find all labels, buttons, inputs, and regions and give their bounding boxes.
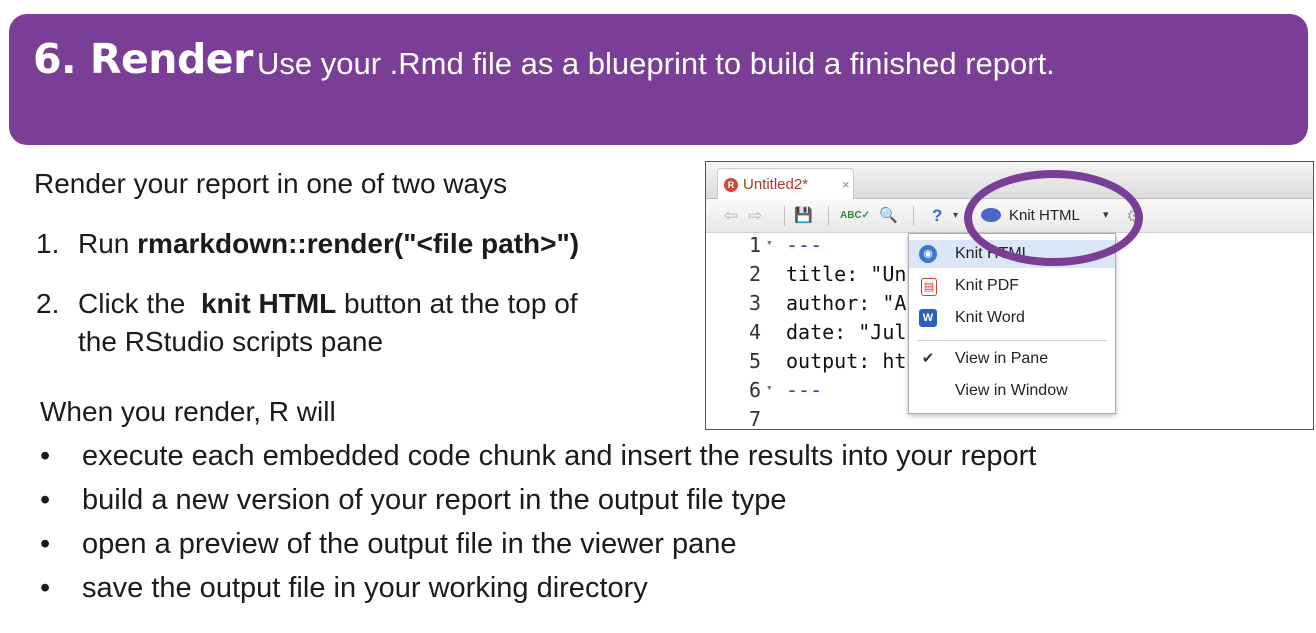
step-text: Click the knit HTML button at the top of [78,288,578,320]
step-text-pre: Click the [78,288,201,319]
pdf-icon: ▤ [921,278,937,296]
menu-item-label: View in Pane [955,350,1049,367]
line-number: 2 [749,262,762,286]
back-arrow-icon[interactable]: ⇦ [724,205,738,227]
code-text: date: "Jul [786,320,907,344]
step-number: 2. [36,288,60,319]
line-number: 1 [749,233,762,257]
chevron-down-icon[interactable]: ▾ [953,205,958,227]
menu-item-knit-pdf[interactable]: ▤ Knit PDF [909,272,1115,300]
r-file-icon: R [724,178,738,192]
step-text-post: button at the top of [336,288,578,319]
forward-arrow-icon[interactable]: ⇨ [748,205,762,227]
step-text-bold: rmarkdown::render("<file path>") [137,228,580,259]
list-item-text: execute each embedded code chunk and ins… [82,440,1037,472]
step-text-bold: knit HTML [200,288,337,319]
code-text: title: "Un [786,262,907,286]
step-number: 1. [36,228,60,259]
code-text: --- [786,378,823,402]
list-item-text: open a preview of the output file in the… [82,528,737,560]
spellcheck-icon[interactable]: ABC✓ [840,205,870,227]
bullet-icon: • [40,528,51,560]
help-icon[interactable]: ? [932,205,942,227]
step-text: Run rmarkdown::render("<file path>") [78,228,579,260]
list-item-text: build a new version of your report in th… [82,484,787,516]
toolbar-divider [913,206,914,226]
tab-label: Untitled2* [743,176,809,193]
toolbar-divider [828,206,829,226]
menu-item-view-in-pane[interactable]: ✔ View in Pane [909,345,1115,373]
list-item-text: save the output file in your working dir… [82,572,648,604]
toolbar-divider [784,206,785,226]
menu-item-label: Knit Word [955,309,1025,326]
line-number: 4 [749,320,762,344]
save-icon[interactable]: 💾 [794,205,813,227]
line-number: 5 [749,349,762,373]
code-text: output: ht [786,349,907,373]
page-title: 6. Render [33,35,253,83]
page-subtitle: Use your .Rmd file as a blueprint to bui… [257,46,1055,81]
fold-arrow-icon[interactable]: ▾ [766,381,773,394]
code-text: --- [786,233,823,257]
check-icon: ✔ [921,350,935,367]
tab-untitled2[interactable]: R Untitled2* × [717,168,854,200]
menu-item-label: View in Window [955,382,1068,399]
search-icon[interactable]: 🔍 [879,205,898,227]
menu-item-view-in-window[interactable]: View in Window [909,377,1115,405]
line-number: 3 [749,291,762,315]
intro-text: Render your report in one of two ways [34,168,508,199]
globe-icon: ◉ [919,245,937,263]
when-text: When you render, R will [40,396,336,427]
step-text-pre: Run [78,228,138,259]
bullet-icon: • [40,440,51,472]
close-icon[interactable]: × [842,177,850,192]
menu-item-label: Knit PDF [955,277,1020,294]
word-icon: W [919,309,937,327]
menu-item-knit-word[interactable]: W Knit Word [909,304,1115,332]
highlight-ring [964,170,1143,266]
bullet-icon: • [40,484,51,516]
menu-divider [917,340,1107,341]
line-number: 7 [749,407,762,430]
line-number: 6 [749,378,762,402]
step-text-line2: the RStudio scripts pane [78,326,384,357]
bullet-icon: • [40,572,51,604]
fold-arrow-icon[interactable]: ▾ [766,236,773,249]
code-text: author: "A [786,291,907,315]
